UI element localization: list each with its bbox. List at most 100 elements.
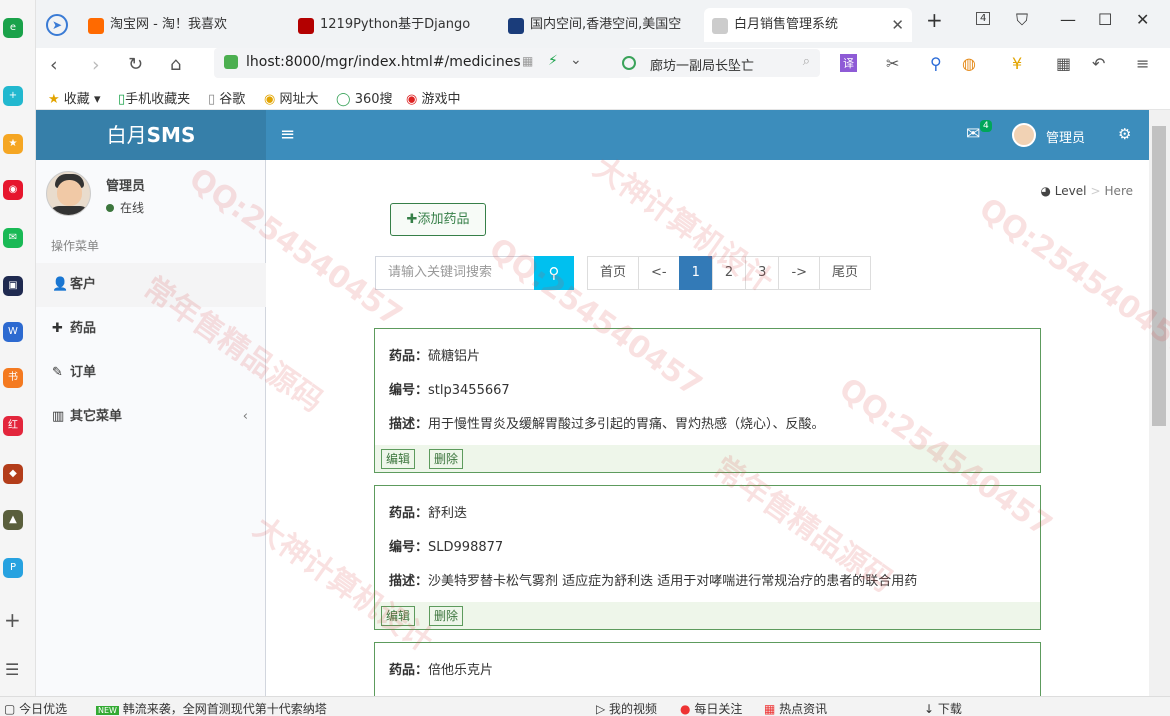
close-window-icon[interactable]: ✕ [1136,10,1149,29]
dropdown-icon[interactable]: ⌄ [570,52,582,68]
status-follow[interactable]: ● 每日关注 [680,700,742,716]
novel-icon[interactable]: 书 [3,368,23,388]
card-actions: 编辑 删除 [375,445,1040,472]
new-tab-icon[interactable]: + [926,8,943,32]
status-news[interactable]: NEW 韩流来袭，全网首测现代第十代索纳塔 [96,700,327,716]
tab-python[interactable]: 1219Python基于Django [290,8,496,42]
page-scrollbar[interactable] [1149,110,1170,696]
plus-circle-icon[interactable]: + [3,86,23,106]
search-field[interactable]: 廊坊一副局长坠亡 ⌕ [614,49,820,77]
ring-icon: ◯ [336,92,351,107]
game3-icon[interactable]: ▲ [3,510,23,530]
new-icon: NEW [96,706,119,715]
home-icon[interactable]: ⌂ [170,54,181,75]
translate-icon[interactable]: 译 [840,54,857,72]
star-icon[interactable]: ★ [3,134,23,154]
delete-button[interactable]: 删除 [429,449,464,469]
scrollbar-thumb[interactable] [1152,126,1166,426]
tab-count[interactable]: 4 [976,12,991,25]
status-download[interactable]: ↓ 下载 [924,700,962,716]
status-hot[interactable]: ▦ 热点资讯 [764,700,827,716]
logo[interactable]: 白月SMS [36,110,266,160]
search-input[interactable]: 请输入关键词搜索 [375,256,535,290]
ie-icon[interactable]: e [3,18,23,38]
game2-icon[interactable]: ◆ [3,464,23,484]
medicine-card: 药品：硫糖铝片 编号：stlp3455667 描述：用于慢性胃炎及缓解胃酸过多引… [374,328,1041,473]
bar-chart-icon: ▥ [52,409,65,424]
forward-icon[interactable]: › [92,54,100,76]
sidebar-item-other[interactable]: ▥ 其它菜单 ‹ [36,395,266,439]
weibo-icon[interactable]: ◉ [3,180,23,200]
envelope-icon[interactable]: ✉ [966,124,980,144]
sidebar-item-medicines[interactable]: ✚ 药品 [36,307,266,351]
list-icon[interactable]: ☰ [5,660,19,679]
bookmark-google[interactable]: ▯ 谷歌 [208,88,245,107]
shop-icon[interactable]: 红 [3,416,23,436]
mail-icon[interactable]: ✉ [3,228,23,248]
plus-icon: ✚ [406,212,418,227]
breadcrumb-level[interactable]: Level [1055,184,1087,198]
apps-icon[interactable]: ▦ [1056,54,1071,73]
bookmark-favorites[interactable]: ★ 收藏 ▾ [48,88,100,107]
page-first[interactable]: 首页 [587,256,640,290]
tab-hosting[interactable]: 国内空间,香港空间,美国空 [500,8,700,42]
page-last[interactable]: 尾页 [819,256,872,290]
sidebar-item-orders[interactable]: ✎ 订单 [36,351,266,395]
hamburger-icon[interactable]: ≡ [280,124,295,145]
page-2[interactable]: 2 [711,256,747,290]
magnifier-icon[interactable]: ⚲ [930,54,942,73]
qr-icon[interactable]: ▦ [522,54,533,68]
scissors-icon[interactable]: ✂ [886,54,899,73]
bookmark-games[interactable]: ◉ 游戏中 [406,88,461,107]
menu-icon[interactable]: ≡ [1136,54,1149,73]
add-medicine-button[interactable]: ✚添加药品 [390,203,486,236]
user-avatar [46,171,91,216]
cogs-icon[interactable]: ⚙ [1118,125,1131,143]
lightning-icon[interactable]: ⚡ [548,53,558,69]
pay-icon[interactable]: P [3,558,23,578]
word-icon[interactable]: W [3,322,23,342]
back-icon[interactable]: ‹ [50,54,58,76]
shirt-icon[interactable]: ⛉ [1016,10,1028,30]
search-icon[interactable]: ⌕ [803,54,810,69]
mail-badge: 4 [980,120,992,132]
bookmark-sites[interactable]: ◉ 网址大 [264,88,319,107]
coin-icon[interactable]: ¥ [1012,54,1022,73]
status-video[interactable]: ▷ 我的视频 [596,700,657,716]
header-user-name[interactable]: 管理员 [1046,127,1085,146]
gamepad-icon[interactable]: ◍ [962,54,976,73]
page-prev[interactable]: <- [638,256,680,290]
medicine-card: 药品：舒利迭 编号：SLD998877 描述：沙美特罗替卡松气雾剂 适应症为舒利… [374,485,1041,630]
browser-side-panel: e + ★ ◉ ✉ ▣ W 书 红 ◆ ▲ P + ☰ [0,0,36,716]
bookmarks-bar: ★ 收藏 ▾ ▯手机收藏夹 ▯ 谷歌 ◉ 网址大 ◯ 360搜 ◉ 游戏中 [36,82,1170,110]
edit-button[interactable]: 编辑 [381,449,416,469]
add-icon[interactable]: + [4,608,21,632]
close-tab-icon[interactable]: ✕ [891,8,904,42]
tab-active[interactable]: 白月销售管理系统 ✕ [704,8,912,42]
bookmark-360[interactable]: ◯ 360搜 [336,88,393,107]
plus-icon: ✚ [52,321,63,336]
undo-icon[interactable]: ↶ [1092,54,1105,73]
main-content: ◕ Level > Here ✚添加药品 请输入关键词搜索 ⚲ 首页 <- 1 2 … [266,160,1149,712]
compass-icon[interactable]: ➤ [46,14,68,36]
medicine-sn: 编号：SLD998877 [389,540,504,555]
search-button[interactable]: ⚲ [534,256,574,290]
page-3[interactable]: 3 [745,256,780,290]
avatar[interactable] [1012,123,1036,147]
page-next[interactable]: -> [778,256,821,290]
delete-button[interactable]: 删除 [429,606,464,626]
secure-icon [224,55,238,69]
status-today[interactable]: ▢ 今日优选 [4,700,67,716]
page-1[interactable]: 1 [678,256,713,290]
minimize-icon[interactable]: — [1060,10,1076,29]
tab-taobao[interactable]: 淘宝网 - 淘！我喜欢 [80,8,286,42]
sidebar-item-customers[interactable]: 👤 客户 [36,263,266,307]
sidebar-user-name: 管理员 [106,179,146,194]
bookmark-mobile[interactable]: ▯手机收藏夹 [118,88,190,107]
game-icon[interactable]: ▣ [3,276,23,296]
taobao-icon [88,18,104,34]
edit-button[interactable]: 编辑 [381,606,416,626]
url-field[interactable]: lhost:8000/mgr/index.html#/medicines ▦ ⚡… [214,48,632,78]
maximize-icon[interactable]: ☐ [1098,10,1112,29]
refresh-icon[interactable]: ↻ [128,54,143,75]
